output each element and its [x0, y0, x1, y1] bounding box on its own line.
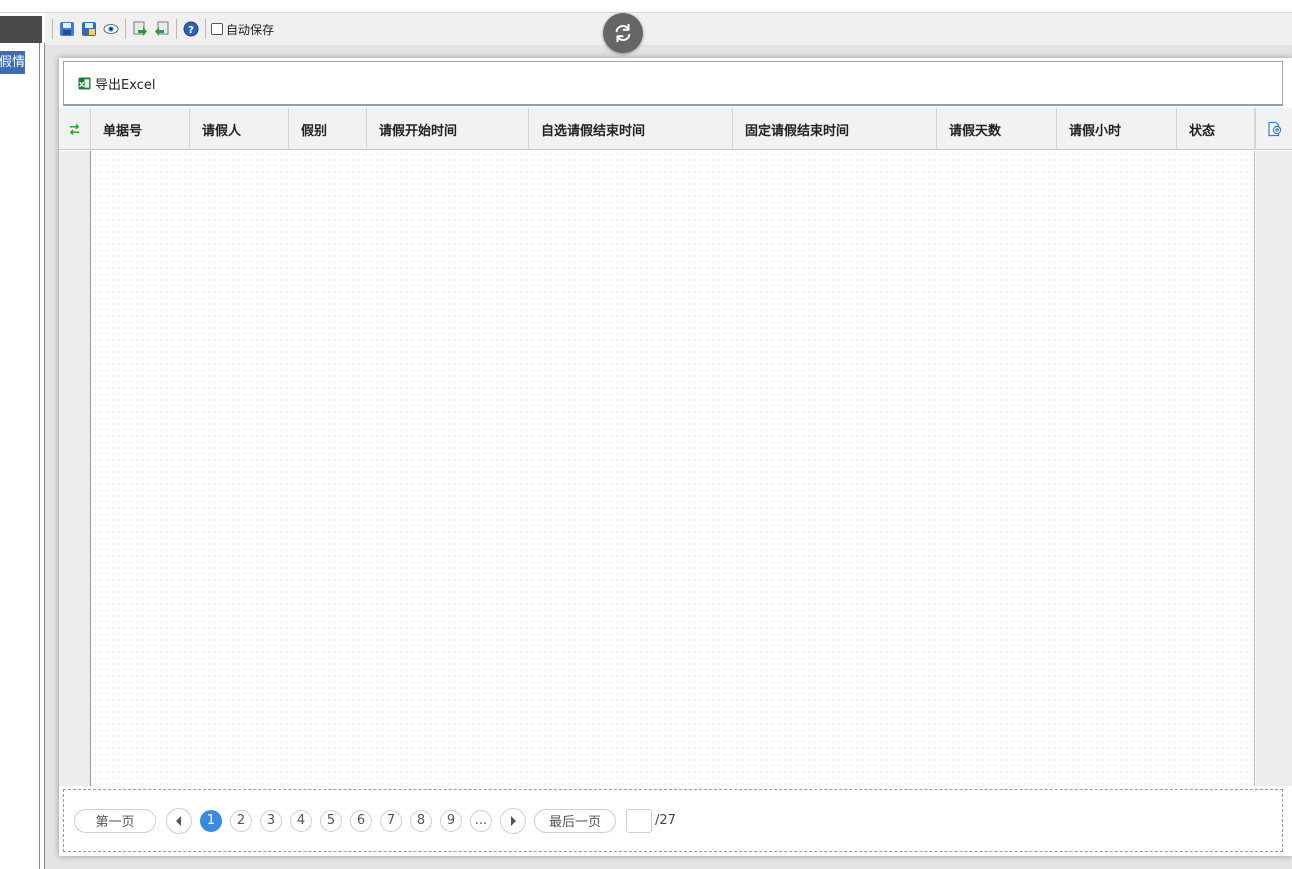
- column-header-order-no[interactable]: 单据号: [91, 108, 190, 150]
- export-excel-label: 导出Excel: [95, 77, 156, 93]
- column-header-applicant[interactable]: 请假人: [190, 108, 289, 150]
- import-icon[interactable]: [129, 18, 151, 40]
- page-ellipsis-button[interactable]: ...: [470, 809, 492, 832]
- page-jump-input[interactable]: [626, 808, 652, 833]
- toolbar-separator: [205, 19, 206, 39]
- refresh-button[interactable]: [603, 13, 643, 53]
- prev-page-button[interactable]: [166, 807, 192, 834]
- add-column-icon: [1268, 121, 1282, 137]
- export-excel-button[interactable]: X 导出Excel: [78, 74, 155, 93]
- grid-body-empty[interactable]: [92, 151, 1255, 786]
- grid-right-gutter: [1256, 151, 1292, 786]
- autosave-toggle[interactable]: 自动保存: [211, 21, 274, 38]
- column-header-leave-hours[interactable]: 请假小时: [1057, 108, 1177, 150]
- toolbar-separator: [52, 19, 53, 39]
- toolbar: ? 自动保存: [45, 13, 1292, 45]
- add-column-button[interactable]: [1255, 108, 1292, 150]
- column-header-custom-end-time[interactable]: 自选请假结束时间: [529, 108, 733, 150]
- column-header-status[interactable]: 状态: [1177, 108, 1255, 150]
- page-button-3[interactable]: 3: [260, 809, 282, 832]
- grid-refresh-button[interactable]: [59, 108, 91, 150]
- refresh-icon: [615, 23, 631, 43]
- page-button-7[interactable]: 7: [380, 809, 402, 832]
- page-button-2[interactable]: 2: [230, 809, 252, 832]
- page-button-5[interactable]: 5: [320, 809, 342, 832]
- save-icon[interactable]: [56, 18, 78, 40]
- next-page-button[interactable]: [500, 807, 526, 834]
- content-area: X 导出Excel 单据号 请假人 假别 请假开始时间 自选请假结束时间 固定请…: [45, 45, 1292, 869]
- column-header-leave-type[interactable]: 假别: [289, 108, 367, 150]
- preview-icon[interactable]: [100, 18, 122, 40]
- export-icon[interactable]: [151, 18, 173, 40]
- first-page-button[interactable]: 第一页: [74, 808, 156, 833]
- column-header-leave-days[interactable]: 请假天数: [937, 108, 1057, 150]
- row-header-column: [59, 151, 91, 786]
- column-header-fixed-end-time[interactable]: 固定请假结束时间: [733, 108, 937, 150]
- left-panel: 假情: [0, 13, 45, 869]
- swap-arrows-icon: [69, 123, 80, 135]
- left-nav-item-selected[interactable]: 假情: [0, 51, 25, 74]
- grid-toolbar: X 导出Excel: [63, 61, 1283, 106]
- grid-header: 单据号 请假人 假别 请假开始时间 自选请假结束时间 固定请假结束时间 请假天数…: [59, 108, 1292, 150]
- page-button-8[interactable]: 8: [410, 809, 432, 832]
- autosave-label: 自动保存: [226, 22, 275, 37]
- toolbar-separator: [125, 19, 126, 39]
- svg-text:X: X: [79, 79, 85, 88]
- chevron-left-icon: [176, 815, 181, 826]
- pager: 第一页 1 2 3 4 5 6 7 8 9 ... 最后一页 /27: [63, 789, 1283, 852]
- excel-icon: X: [78, 76, 91, 90]
- help-icon[interactable]: ?: [180, 18, 202, 40]
- toolbar-separator: [176, 19, 177, 39]
- column-header-start-time[interactable]: 请假开始时间: [367, 108, 529, 150]
- page-button-6[interactable]: 6: [350, 809, 372, 832]
- last-page-button[interactable]: 最后一页: [534, 808, 616, 833]
- page-button-9[interactable]: 9: [440, 809, 462, 832]
- svg-text:?: ?: [188, 25, 194, 36]
- grid-panel: X 导出Excel 单据号 请假人 假别 请假开始时间 自选请假结束时间 固定请…: [59, 58, 1292, 856]
- chevron-right-icon: [511, 815, 516, 826]
- page-total: /27: [655, 813, 676, 828]
- save-as-icon[interactable]: [78, 18, 100, 40]
- top-strip: [0, 0, 1292, 13]
- page-button-4[interactable]: 4: [290, 809, 312, 832]
- page-button-1[interactable]: 1: [200, 809, 222, 832]
- left-panel-header: [0, 16, 42, 43]
- autosave-checkbox[interactable]: [211, 23, 223, 35]
